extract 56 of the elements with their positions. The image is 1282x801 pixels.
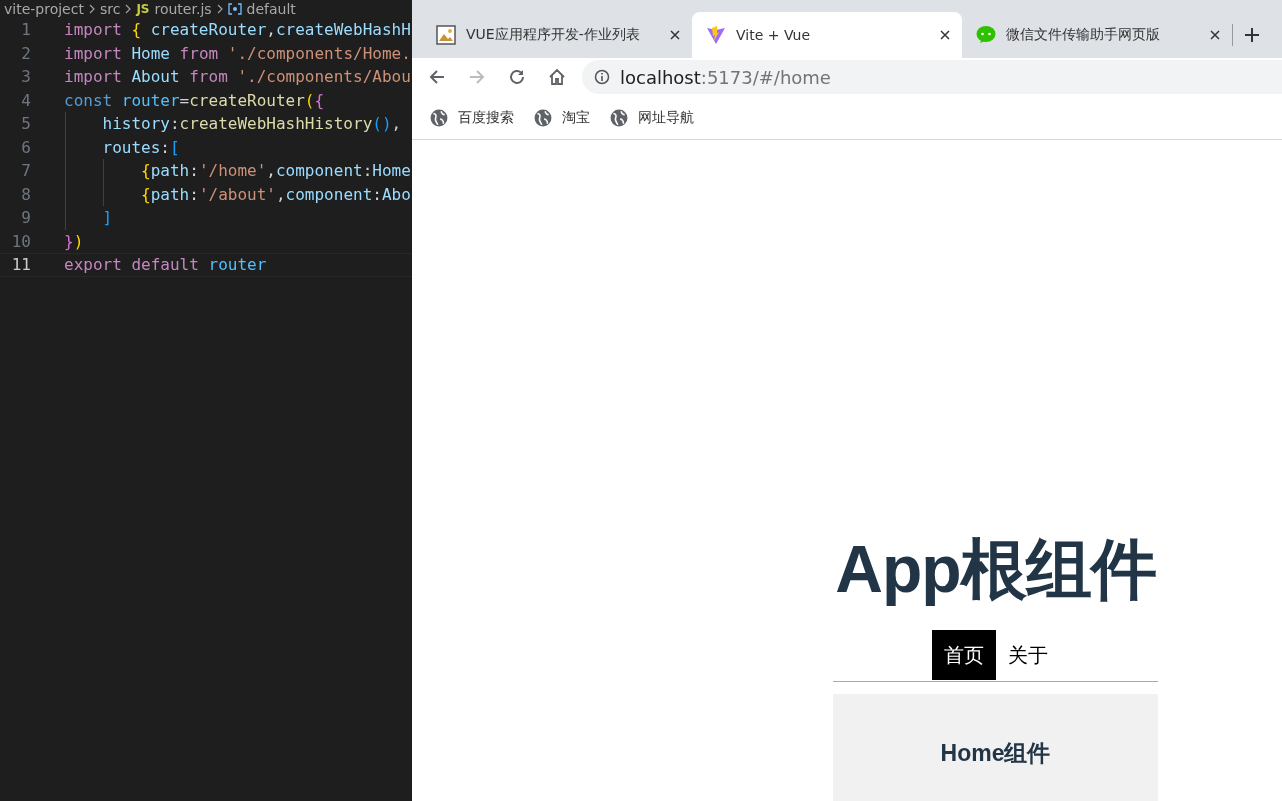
nav-link[interactable]: 首页 xyxy=(931,630,996,680)
symbol-icon xyxy=(227,3,242,15)
new-tab-icon[interactable] xyxy=(1245,28,1259,42)
nav-link[interactable]: 关于 xyxy=(995,630,1060,680)
reload-icon[interactable] xyxy=(508,68,526,86)
chevron-icon xyxy=(88,4,95,14)
address-bar[interactable]: localhost:5173/#/home xyxy=(582,60,1282,94)
line-number: 8 xyxy=(20,184,31,204)
file-type-label: JS xyxy=(136,1,150,18)
line-number: 3 xyxy=(20,67,31,87)
line-number: 10 xyxy=(10,231,31,251)
line-number: 2 xyxy=(20,43,31,63)
browser-tab[interactable]: VUE应用程序开发-作业列表 xyxy=(422,12,692,58)
page-heading: App根组件 xyxy=(835,531,1156,608)
line-number: 1 xyxy=(20,20,31,40)
code-line: {path:'/home',component:Home xyxy=(140,161,411,181)
code-line: history:createWebHashHistory(), xyxy=(101,114,402,134)
line-number: 5 xyxy=(20,114,31,134)
line-number: 9 xyxy=(20,208,31,228)
line-number: 11 xyxy=(10,255,31,275)
code-line: }) xyxy=(64,231,84,251)
view-heading: Home组件 xyxy=(940,739,1051,768)
close-icon[interactable] xyxy=(940,30,950,40)
vite-logo-icon xyxy=(706,25,726,45)
close-icon[interactable] xyxy=(670,30,680,40)
code-line: routes:[ xyxy=(101,137,180,157)
info-icon xyxy=(594,69,610,85)
code-line: import About from './components/Abou xyxy=(64,67,411,87)
breadcrumb-item[interactable]: router.js xyxy=(154,0,212,18)
code-line: import { createRouter,createWebHashH xyxy=(64,20,411,40)
globe-icon xyxy=(430,108,448,127)
code-line: import Home from './components/Home. xyxy=(64,43,411,63)
breadcrumb-item[interactable]: default xyxy=(246,0,296,18)
bookmark[interactable]: 淘宝 xyxy=(534,108,590,127)
home-icon[interactable] xyxy=(548,68,566,86)
code-line: ] xyxy=(101,208,113,228)
bookmark[interactable]: 网址导航 xyxy=(610,108,694,127)
browser-tab[interactable]: 微信文件传输助手网页版 xyxy=(962,12,1232,58)
line-number: 7 xyxy=(20,161,31,181)
breadcrumb-item[interactable]: src xyxy=(99,0,121,18)
code-line: const router=createRouter({ xyxy=(64,90,325,110)
line-number: 4 xyxy=(20,90,31,110)
code-line: {path:'/about',component:Abo xyxy=(140,184,411,204)
line-number: 6 xyxy=(20,137,31,157)
code-line: export default router xyxy=(64,255,267,275)
close-icon[interactable] xyxy=(1210,30,1220,40)
bookmark[interactable]: 百度搜索 xyxy=(430,108,514,127)
image-icon xyxy=(436,25,456,45)
breadcrumb-item[interactable]: vite-project xyxy=(4,0,84,18)
globe-icon xyxy=(610,108,628,127)
back-icon[interactable] xyxy=(428,68,446,86)
browser-tab[interactable]: Vite + Vue xyxy=(692,12,962,58)
globe-icon xyxy=(534,108,552,127)
chat-bubble-icon xyxy=(976,25,996,45)
chevron-icon xyxy=(216,4,223,14)
chevron-icon xyxy=(125,4,132,14)
